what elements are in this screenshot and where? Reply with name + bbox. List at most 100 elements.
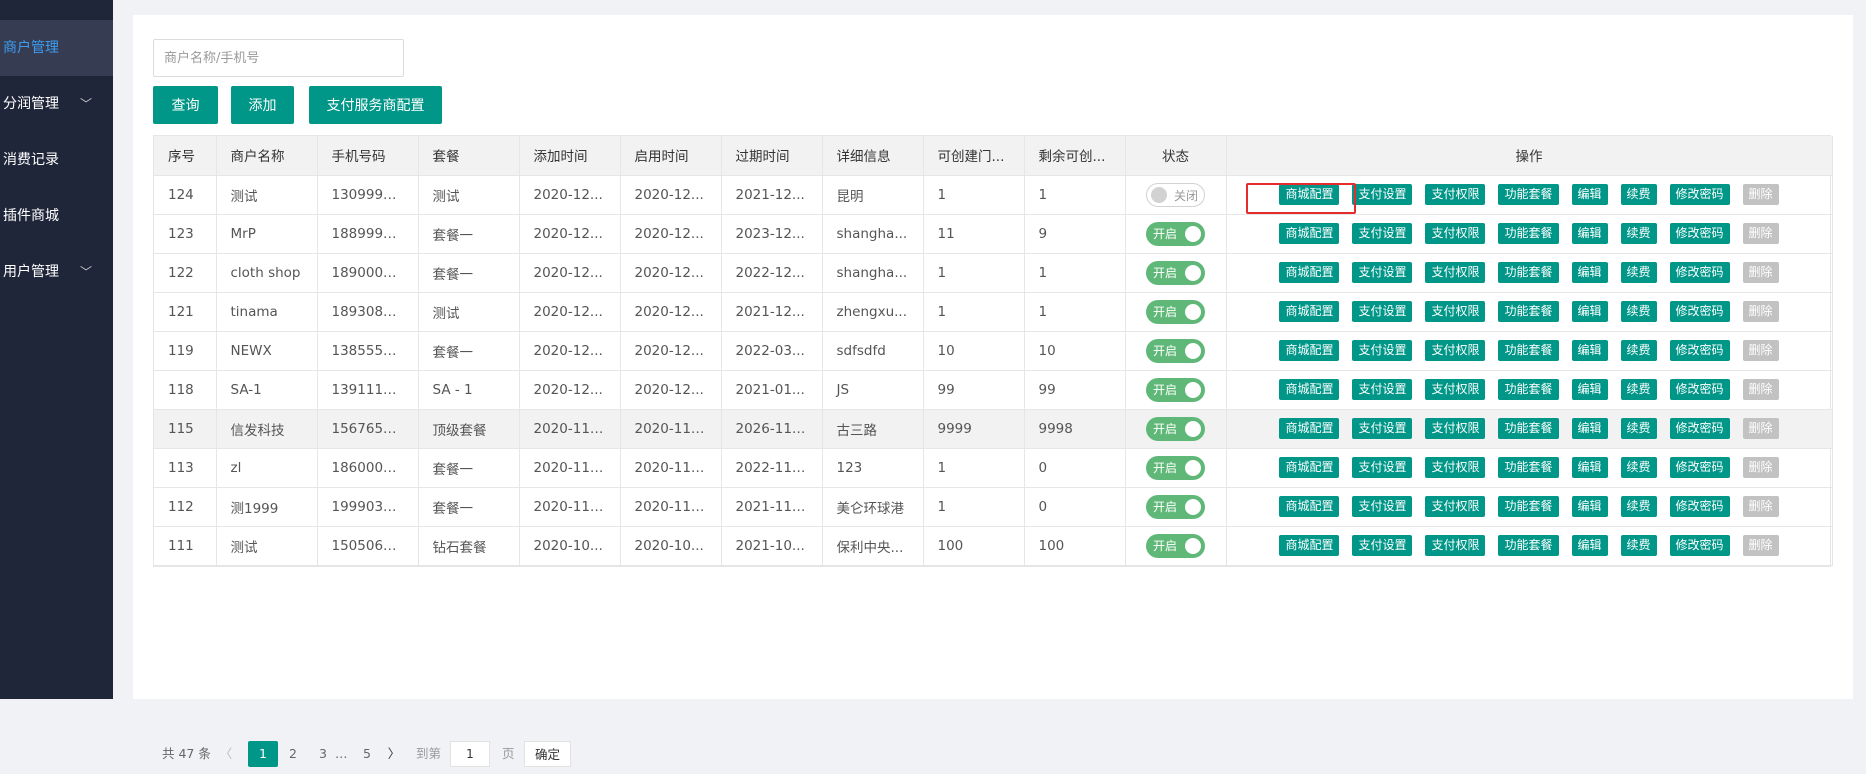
status-toggle[interactable]: 开启 xyxy=(1146,260,1205,285)
pay-settings-button[interactable]: 支付设置 xyxy=(1352,418,1413,439)
delete-button[interactable]: 删除 xyxy=(1742,184,1779,205)
feature-package-button[interactable]: 功能套餐 xyxy=(1498,418,1559,439)
renew-button[interactable]: 续费 xyxy=(1620,457,1657,478)
change-password-button[interactable]: 修改密码 xyxy=(1669,496,1730,517)
renew-button[interactable]: 续费 xyxy=(1620,184,1657,205)
renew-button[interactable]: 续费 xyxy=(1620,496,1657,517)
edit-button[interactable]: 编辑 xyxy=(1571,340,1608,361)
edit-button[interactable]: 编辑 xyxy=(1571,496,1608,517)
feature-package-button[interactable]: 功能套餐 xyxy=(1498,535,1559,556)
mall-config-button[interactable]: 商城配置 xyxy=(1279,457,1340,478)
status-toggle[interactable]: 开启 xyxy=(1146,455,1205,480)
pay-permission-button[interactable]: 支付权限 xyxy=(1425,301,1486,322)
table-row[interactable]: 115 信发科技 1567656... 顶级套餐 2020-11-... 2020-11-… xyxy=(154,409,1833,449)
renew-button[interactable]: 续费 xyxy=(1620,301,1657,322)
renew-button[interactable]: 续费 xyxy=(1620,262,1657,283)
mall-config-button[interactable]: 商城配置 xyxy=(1279,535,1340,556)
pay-settings-button[interactable]: 支付设置 xyxy=(1352,457,1413,478)
edit-button[interactable]: 编辑 xyxy=(1571,457,1608,478)
mall-config-button[interactable]: 商城配置 xyxy=(1279,223,1340,244)
change-password-button[interactable]: 修改密码 xyxy=(1669,262,1730,283)
feature-package-button[interactable]: 功能套餐 xyxy=(1498,457,1559,478)
renew-button[interactable]: 续费 xyxy=(1620,379,1657,400)
table-row[interactable]: 124 测试 1309990... 测试 2020-12... 2020-12... 202… xyxy=(154,175,1833,215)
pager-confirm-button[interactable]: 确定 xyxy=(524,741,572,767)
pay-permission-button[interactable]: 支付权限 xyxy=(1425,457,1486,478)
edit-button[interactable]: 编辑 xyxy=(1571,535,1608,556)
edit-button[interactable]: 编辑 xyxy=(1571,418,1608,439)
pager-next-icon[interactable]: 〉 xyxy=(384,741,404,767)
renew-button[interactable]: 续费 xyxy=(1620,535,1657,556)
table-row[interactable]: 123 MrP 1889999... 套餐一 2020-12... 2020-12... 2… xyxy=(154,214,1833,254)
pay-settings-button[interactable]: 支付设置 xyxy=(1352,340,1413,361)
delete-button[interactable]: 删除 xyxy=(1742,496,1779,517)
edit-button[interactable]: 编辑 xyxy=(1571,262,1608,283)
sidebar-item-users[interactable]: 用户管理 ﹀ xyxy=(0,244,113,300)
sidebar-item-profit[interactable]: 分润管理 ﹀ xyxy=(0,76,113,132)
pay-settings-button[interactable]: 支付设置 xyxy=(1352,223,1413,244)
edit-button[interactable]: 编辑 xyxy=(1571,223,1608,244)
feature-package-button[interactable]: 功能套餐 xyxy=(1498,184,1559,205)
edit-button[interactable]: 编辑 xyxy=(1571,184,1608,205)
pager-page-2[interactable]: 2 xyxy=(278,741,308,767)
change-password-button[interactable]: 修改密码 xyxy=(1669,340,1730,361)
mall-config-button[interactable]: 商城配置 xyxy=(1279,262,1340,283)
status-toggle[interactable]: 开启 xyxy=(1146,533,1205,558)
feature-package-button[interactable]: 功能套餐 xyxy=(1498,223,1559,244)
pay-settings-button[interactable]: 支付设置 xyxy=(1352,379,1413,400)
change-password-button[interactable]: 修改密码 xyxy=(1669,301,1730,322)
delete-button[interactable]: 删除 xyxy=(1742,223,1779,244)
pay-permission-button[interactable]: 支付权限 xyxy=(1425,223,1486,244)
status-toggle[interactable]: 开启 xyxy=(1146,416,1205,441)
pay-permission-button[interactable]: 支付权限 xyxy=(1425,379,1486,400)
delete-button[interactable]: 删除 xyxy=(1742,340,1779,361)
feature-package-button[interactable]: 功能套餐 xyxy=(1498,379,1559,400)
status-toggle[interactable]: 开启 xyxy=(1146,494,1205,519)
status-toggle[interactable]: 关闭 xyxy=(1146,182,1205,207)
status-toggle[interactable]: 开启 xyxy=(1146,377,1205,402)
delete-button[interactable]: 删除 xyxy=(1742,418,1779,439)
edit-button[interactable]: 编辑 xyxy=(1571,301,1608,322)
table-row[interactable]: 111 测试 1505068... 钻石套餐 2020-10... 2020-10... 2… xyxy=(154,526,1833,566)
table-row[interactable]: 118 SA-1 1391111... SA - 1 2020-12... 2020-12… xyxy=(154,370,1833,410)
pay-settings-button[interactable]: 支付设置 xyxy=(1352,301,1413,322)
change-password-button[interactable]: 修改密码 xyxy=(1669,184,1730,205)
pay-permission-button[interactable]: 支付权限 xyxy=(1425,340,1486,361)
renew-button[interactable]: 续费 xyxy=(1620,340,1657,361)
pay-settings-button[interactable]: 支付设置 xyxy=(1352,262,1413,283)
delete-button[interactable]: 删除 xyxy=(1742,301,1779,322)
feature-package-button[interactable]: 功能套餐 xyxy=(1498,262,1559,283)
table-row[interactable]: 122 cloth shop 1890000... 套餐一 2020-12... 2020… xyxy=(154,253,1833,293)
renew-button[interactable]: 续费 xyxy=(1620,223,1657,244)
table-row[interactable]: 119 NEWX 1385555... 套餐一 2020-12... 2020-12...… xyxy=(154,331,1833,371)
sidebar-item-merchant[interactable]: 商户管理 xyxy=(0,20,113,76)
change-password-button[interactable]: 修改密码 xyxy=(1669,418,1730,439)
mall-config-button[interactable]: 商城配置 xyxy=(1279,184,1340,205)
table-row[interactable]: 112 测1999 1999031... 套餐一 2020-11-... 2020-11-… xyxy=(154,487,1833,527)
mall-config-button[interactable]: 商城配置 xyxy=(1279,340,1340,361)
pay-settings-button[interactable]: 支付设置 xyxy=(1352,496,1413,517)
search-input[interactable] xyxy=(153,39,404,77)
pay-permission-button[interactable]: 支付权限 xyxy=(1425,184,1486,205)
pay-permission-button[interactable]: 支付权限 xyxy=(1425,535,1486,556)
feature-package-button[interactable]: 功能套餐 xyxy=(1498,340,1559,361)
add-button[interactable]: 添加 xyxy=(231,86,294,124)
change-password-button[interactable]: 修改密码 xyxy=(1669,379,1730,400)
pay-settings-button[interactable]: 支付设置 xyxy=(1352,184,1413,205)
pay-permission-button[interactable]: 支付权限 xyxy=(1425,262,1486,283)
feature-package-button[interactable]: 功能套餐 xyxy=(1498,301,1559,322)
table-row[interactable]: 113 zl 1860007... 套餐一 2020-11-... 2020-11-...… xyxy=(154,448,1833,488)
delete-button[interactable]: 删除 xyxy=(1742,262,1779,283)
delete-button[interactable]: 删除 xyxy=(1742,457,1779,478)
mall-config-button[interactable]: 商城配置 xyxy=(1279,301,1340,322)
status-toggle[interactable]: 开启 xyxy=(1146,221,1205,246)
pager-page-3[interactable]: 3 xyxy=(308,741,338,767)
change-password-button[interactable]: 修改密码 xyxy=(1669,535,1730,556)
pay-provider-config-button[interactable]: 支付服务商配置 xyxy=(309,86,442,124)
change-password-button[interactable]: 修改密码 xyxy=(1669,457,1730,478)
status-toggle[interactable]: 开启 xyxy=(1146,338,1205,363)
table-row[interactable]: 121 tinama 1893087... 测试 2020-12... 2020-12..… xyxy=(154,292,1833,332)
change-password-button[interactable]: 修改密码 xyxy=(1669,223,1730,244)
sidebar-item-plugin-store[interactable]: 插件商城 xyxy=(0,188,113,244)
pay-permission-button[interactable]: 支付权限 xyxy=(1425,418,1486,439)
